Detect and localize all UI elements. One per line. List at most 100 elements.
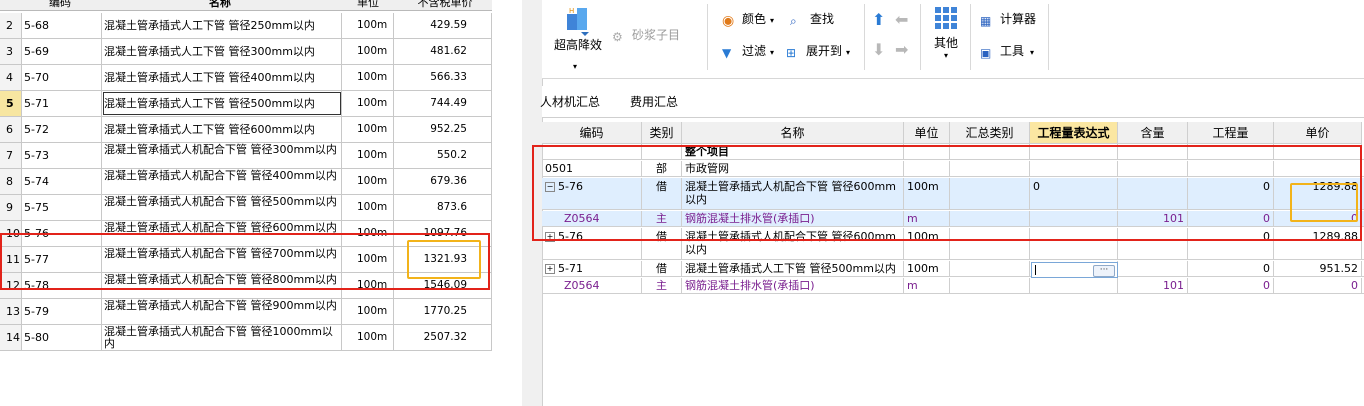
find-button[interactable]: ⌕ 查找 xyxy=(790,10,834,28)
toolbar-divider xyxy=(1048,4,1049,70)
grid-cell-sum-category[interactable] xyxy=(950,261,1030,277)
super-high-arrow[interactable]: ▾ xyxy=(573,62,577,71)
other-label: 其他 xyxy=(933,36,958,50)
left-table-row[interactable]: 13 5-79 混凝土管承插式人机配合下管 管径900mm以内 100m 1770.25 xyxy=(0,299,492,325)
row-unit[interactable]: 100m xyxy=(342,325,394,350)
mortar-button[interactable]: ⚙ 砂浆子目 xyxy=(612,26,680,44)
calculator-button[interactable]: ▦ 计算器 xyxy=(980,10,1036,28)
left-table-row[interactable]: 5 5-71 混凝土管承插式人工下管 管径500mm以内 100m 744.49 xyxy=(0,91,492,117)
header-unit: 单位 xyxy=(357,0,379,9)
row-price[interactable]: 550.2 xyxy=(394,143,492,168)
filter-button[interactable]: ▼ 过滤 ▾ xyxy=(722,42,774,60)
color-button[interactable]: ◉ 颜色 ▾ xyxy=(722,10,774,29)
row-unit[interactable]: 100m xyxy=(342,143,394,168)
expand-toggle-icon[interactable]: + xyxy=(545,264,555,274)
arrow-down-button[interactable]: ⬇ xyxy=(872,40,885,59)
super-high-button[interactable]: H 超高降效 xyxy=(552,4,604,56)
left-table-row[interactable]: 3 5-69 混凝土管承插式人工下管 管径300mm以内 100m 481.62 xyxy=(0,39,492,65)
left-table-row[interactable]: 7 5-73 混凝土管承插式人机配合下管 管径300mm以内 100m 550.2 xyxy=(0,143,492,169)
header-code: 编码 xyxy=(49,0,71,9)
grid-cell-qty[interactable]: 0 xyxy=(1188,261,1274,277)
grid-cell-content[interactable] xyxy=(1118,261,1188,277)
row-unit[interactable]: 100m xyxy=(342,39,394,64)
grid-cell-code[interactable]: Z0564 xyxy=(542,278,642,294)
row-code[interactable]: 5-72 xyxy=(22,117,102,142)
row-unit[interactable]: 100m xyxy=(342,117,394,142)
left-table-row[interactable]: 9 5-75 混凝土管承插式人机配合下管 管径500mm以内 100m 873.6 xyxy=(0,195,492,221)
grid-row[interactable]: Z0564 主钢筋混凝土排水管(承插口) m 101 0 0 xyxy=(542,278,1364,294)
grid-cell-price[interactable]: 951.52 xyxy=(1274,261,1362,277)
grid-cell-category[interactable]: 主 xyxy=(642,278,682,294)
left-table-row[interactable]: 4 5-70 混凝土管承插式人工下管 管径400mm以内 100m 566.33 xyxy=(0,65,492,91)
row-code[interactable]: 5-73 xyxy=(22,143,102,168)
row-name[interactable]: 混凝土管承插式人工下管 管径300mm以内 xyxy=(102,39,342,64)
row-price[interactable]: 1770.25 xyxy=(394,299,492,324)
row-code[interactable]: 5-71 xyxy=(22,91,102,116)
row-code[interactable]: 5-80 xyxy=(22,325,102,350)
row-price[interactable]: 873.6 xyxy=(394,195,492,220)
row-name[interactable]: 混凝土管承插式人工下管 管径600mm以内 xyxy=(102,117,342,142)
row-name[interactable]: 混凝土管承插式人机配合下管 管径500mm以内 xyxy=(102,195,342,220)
left-table-header: 编码 名称 单位 不含税单价 xyxy=(0,0,492,11)
row-name[interactable]: 混凝土管承插式人机配合下管 管径1000mm以内 xyxy=(102,325,342,350)
row-unit[interactable]: 100m xyxy=(342,299,394,324)
tab-fee-summary[interactable]: 费用汇总 xyxy=(630,86,678,118)
row-code[interactable]: 5-68 xyxy=(22,13,102,38)
grid-cell-price[interactable]: 0 xyxy=(1274,278,1362,294)
chevron-down-icon: ▾ xyxy=(846,48,851,57)
grid-cell-content[interactable]: 101 xyxy=(1118,278,1188,294)
grid-cell-expr[interactable] xyxy=(1030,278,1118,294)
row-code[interactable]: 5-79 xyxy=(22,299,102,324)
tools-button[interactable]: ▣ 工具 ▾ xyxy=(980,42,1034,60)
row-name[interactable]: 混凝土管承插式人机配合下管 管径300mm以内 xyxy=(102,143,342,168)
grid-cell-qty[interactable]: 0 xyxy=(1188,278,1274,294)
grid-cell-unit[interactable]: 100m xyxy=(904,261,950,277)
row-name[interactable]: 混凝土管承插式人机配合下管 管径400mm以内 xyxy=(102,169,342,194)
left-table-row[interactable]: 8 5-74 混凝土管承插式人机配合下管 管径400mm以内 100m 679.36 xyxy=(0,169,492,195)
left-table-row[interactable]: 6 5-72 混凝土管承插式人工下管 管径600mm以内 100m 952.25 xyxy=(0,117,492,143)
row-price[interactable]: 481.62 xyxy=(394,39,492,64)
row-unit[interactable]: 100m xyxy=(342,195,394,220)
row-price[interactable]: 679.36 xyxy=(394,169,492,194)
grid-cell-name[interactable]: 混凝土管承插式人工下管 管径500mm以内 xyxy=(682,261,904,277)
grid-row[interactable]: +5-71 借混凝土管承插式人工下管 管径500mm以内 100m 0 951.52 ··… xyxy=(542,261,1364,278)
row-code[interactable]: 5-75 xyxy=(22,195,102,220)
arrow-left-button[interactable]: ⬅ xyxy=(895,10,908,29)
grid-cell-name[interactable]: 钢筋混凝土排水管(承插口) xyxy=(682,278,904,294)
grid-cell-code[interactable]: +5-71 xyxy=(542,261,642,277)
filter-icon: ▼ xyxy=(722,46,732,60)
ellipsis-button[interactable]: ··· xyxy=(1093,265,1115,277)
row-price[interactable]: 429.59 xyxy=(394,13,492,38)
row-name[interactable]: 混凝土管承插式人机配合下管 管径900mm以内 xyxy=(102,299,342,324)
left-table-row[interactable]: 14 5-80 混凝土管承插式人机配合下管 管径1000mm以内 100m 2507.3… xyxy=(0,325,492,351)
chevron-down-icon: ▾ xyxy=(943,51,948,60)
row-name[interactable]: 混凝土管承插式人工下管 管径500mm以内 xyxy=(102,91,342,116)
expand-button[interactable]: ⊞ 展开到 ▾ xyxy=(786,42,850,60)
row-name[interactable]: 混凝土管承插式人工下管 管径250mm以内 xyxy=(102,13,342,38)
row-code[interactable]: 5-69 xyxy=(22,39,102,64)
mortar-label: 砂浆子目 xyxy=(632,28,681,42)
row-price[interactable]: 566.33 xyxy=(394,65,492,90)
row-price[interactable]: 2507.32 xyxy=(394,325,492,350)
grid-cell-category[interactable]: 借 xyxy=(642,261,682,277)
row-unit[interactable]: 100m xyxy=(342,13,394,38)
row-unit[interactable]: 100m xyxy=(342,65,394,90)
other-button[interactable]: 其他 ▾ xyxy=(926,6,966,60)
row-unit[interactable]: 100m xyxy=(342,91,394,116)
row-code[interactable]: 5-74 xyxy=(22,169,102,194)
left-table-row[interactable]: 2 5-68 混凝土管承插式人工下管 管径250mm以内 100m 429.59 xyxy=(0,13,492,39)
row-name[interactable]: 混凝土管承插式人工下管 管径400mm以内 xyxy=(102,65,342,90)
row-code[interactable]: 5-70 xyxy=(22,65,102,90)
arrow-up-button[interactable]: ⬆ xyxy=(872,10,885,29)
grid-cell-sum-category[interactable] xyxy=(950,278,1030,294)
panel-splitter[interactable] xyxy=(492,0,522,406)
qty-expression-editor[interactable]: ··· xyxy=(1031,262,1118,278)
row-price[interactable]: 744.49 xyxy=(394,91,492,116)
grid-cell-unit[interactable]: m xyxy=(904,278,950,294)
row-price[interactable]: 952.25 xyxy=(394,117,492,142)
arrow-right-button[interactable]: ➡ xyxy=(895,40,908,59)
tab-labor-summary[interactable]: 人材机汇总 xyxy=(540,86,600,118)
row-unit[interactable]: 100m xyxy=(342,169,394,194)
mortar-icon: ⚙ xyxy=(612,30,623,44)
arrow-up-icon: ⬆ xyxy=(872,10,886,29)
